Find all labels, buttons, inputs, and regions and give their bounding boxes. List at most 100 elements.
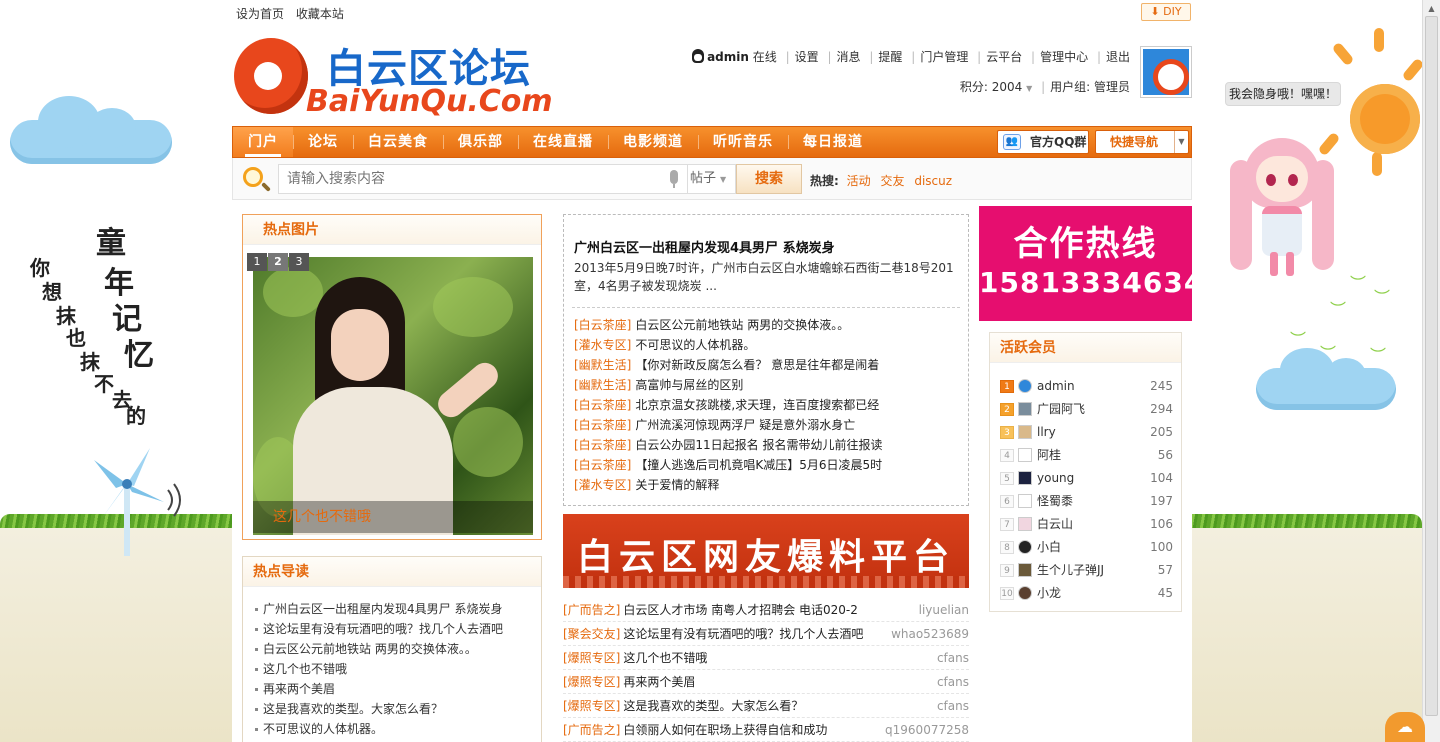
avatar[interactable] — [1018, 402, 1032, 416]
thread-link[interactable]: 北京京温女孩跳楼,求天理，连百度搜索都已经 — [635, 398, 879, 412]
nav-item-forum[interactable]: 论坛 — [293, 127, 353, 157]
settings-link[interactable]: 设置 — [795, 50, 819, 64]
picture-tab[interactable]: 3 — [289, 253, 309, 271]
avatar[interactable] — [1018, 425, 1032, 439]
scroll-thumb[interactable] — [1425, 16, 1438, 716]
thread-link[interactable]: 【你对新政反腐怎么看？ 意思是往年都是闹着 — [635, 358, 879, 372]
thread-link[interactable]: 这是我喜欢的类型。大家怎么看？ — [623, 699, 803, 713]
avatar[interactable] — [1018, 471, 1032, 485]
avatar[interactable] — [1018, 379, 1032, 393]
username-link[interactable]: admin — [707, 50, 749, 64]
category-link[interactable]: [幽默生活] — [574, 358, 631, 372]
category-link[interactable]: [白云茶座] — [574, 398, 631, 412]
thread-link[interactable]: 高富帅与屌丝的区别 — [635, 378, 743, 392]
list-item[interactable]: 不可思议的人体机器。 — [255, 719, 541, 739]
user-avatar[interactable] — [1140, 46, 1192, 98]
list-item[interactable]: 这几个也不错哦 — [255, 659, 541, 679]
hot-word-link[interactable]: discuz — [914, 174, 952, 188]
search-button[interactable]: 搜索 — [736, 164, 802, 194]
category-link[interactable]: [幽默生活] — [574, 378, 631, 392]
mascot-character-decoration[interactable] — [1226, 130, 1338, 276]
category-link[interactable]: [爆照专区] — [563, 651, 620, 665]
headline-title[interactable]: 广州白云区一出租屋内发现4具男尸 系烧炭身 — [574, 237, 835, 256]
nav-item-food[interactable]: 白云美食 — [353, 127, 443, 157]
member-name-link[interactable]: 怪蜀黍 — [1037, 494, 1073, 508]
nav-item-club[interactable]: 俱乐部 — [443, 127, 518, 157]
thread-link[interactable]: 【撞人逃逸后司机竟唱K减压】5月6日凌晨5时 — [635, 458, 882, 472]
nav-item-music[interactable]: 听听音乐 — [698, 127, 788, 157]
author-link[interactable]: cfans — [937, 646, 969, 670]
member-name-link[interactable]: 白云山 — [1037, 517, 1073, 531]
photo-caption[interactable]: 这几个也不错哦 — [253, 501, 533, 533]
category-link[interactable]: [白云茶座] — [574, 418, 631, 432]
member-name-link[interactable]: llry — [1037, 425, 1056, 439]
avatar[interactable] — [1018, 494, 1032, 508]
picture-tab[interactable]: 2 — [268, 253, 288, 271]
author-link[interactable]: liyuelian — [919, 598, 969, 622]
nav-item-portal[interactable]: 门户 — [233, 127, 293, 157]
search-type-select[interactable]: 帖子 ▼ — [688, 164, 736, 194]
list-item[interactable]: 再来两个美眉 — [255, 679, 541, 699]
category-link[interactable]: [白云茶座] — [574, 458, 631, 472]
messages-link[interactable]: 消息 — [837, 50, 861, 64]
avatar[interactable] — [1018, 586, 1032, 600]
category-link[interactable]: [灌水专区] — [574, 338, 631, 352]
member-name-link[interactable]: admin — [1037, 379, 1075, 393]
bookmark-link[interactable]: 收藏本站 — [296, 7, 344, 21]
microphone-icon[interactable] — [670, 170, 678, 188]
quick-nav-button[interactable]: 快捷导航 ▼ — [1095, 130, 1189, 154]
qq-group-button[interactable]: 👥 官方QQ群 — [997, 130, 1089, 154]
picture-tab[interactable]: 1 — [247, 253, 267, 271]
member-name-link[interactable]: 生个儿子弹JJ — [1037, 563, 1104, 577]
author-link[interactable]: cfans — [937, 694, 969, 718]
category-link[interactable]: [广而告之] — [563, 723, 620, 737]
online-status[interactable]: 在线 — [753, 50, 777, 64]
thread-link[interactable]: 白云区人才市场 南粤人才招聘会 电话020-2 — [623, 603, 858, 617]
avatar[interactable] — [1018, 448, 1032, 462]
thread-link[interactable]: 这论坛里有没有玩酒吧的哦？找几个人去酒吧 — [623, 627, 863, 641]
author-link[interactable]: cfans — [937, 670, 969, 694]
thread-link[interactable]: 广州流溪河惊现两浮尸 疑是意外溺水身亡 — [635, 418, 855, 432]
thread-link[interactable]: 白云公办园11日起报名 报名需带幼儿前往报读 — [635, 438, 882, 452]
thread-link[interactable]: 关于爱情的解释 — [635, 478, 719, 492]
cooperation-hotline-banner[interactable]: 合作热线 15813334634 — [979, 206, 1203, 321]
site-logo[interactable]: 白云区论坛 BaiYunQu.Com — [234, 34, 553, 120]
list-item[interactable]: 广州白云区一出租屋内发现4具男尸 系烧炭身 — [255, 599, 541, 619]
avatar[interactable] — [1018, 517, 1032, 531]
category-link[interactable]: [灌水专区] — [574, 478, 631, 492]
category-link[interactable]: [白云茶座] — [574, 318, 631, 332]
author-link[interactable]: whao523689 — [891, 622, 969, 646]
list-item[interactable]: 这是我喜欢的类型。大家怎么看？ — [255, 699, 541, 719]
featured-photo[interactable] — [253, 257, 533, 535]
nav-item-movies[interactable]: 电影频道 — [608, 127, 698, 157]
thread-link[interactable]: 再来两个美眉 — [623, 675, 695, 689]
category-link[interactable]: [白云茶座] — [574, 438, 631, 452]
category-link[interactable]: [广而告之] — [563, 603, 620, 617]
hot-word-link[interactable]: 活动 — [847, 174, 871, 188]
member-name-link[interactable]: 小龙 — [1037, 586, 1061, 600]
search-input[interactable] — [278, 164, 688, 194]
member-name-link[interactable]: 广园阿飞 — [1037, 402, 1085, 416]
cloud-platform-link[interactable]: 云平台 — [986, 50, 1022, 64]
thread-link[interactable]: 不可思议的人体机器。 — [635, 338, 755, 352]
points-dropdown[interactable]: 积分: 2004 — [960, 80, 1022, 94]
admin-center-link[interactable]: 管理中心 — [1040, 50, 1088, 64]
portal-admin-link[interactable]: 门户管理 — [920, 50, 968, 64]
hot-word-link[interactable]: 交友 — [880, 174, 904, 188]
category-link[interactable]: [爆照专区] — [563, 675, 620, 689]
author-link[interactable]: q1960077258 — [885, 718, 969, 742]
avatar[interactable] — [1018, 563, 1032, 577]
nav-item-daily-report[interactable]: 每日报道 — [788, 127, 878, 157]
avatar[interactable] — [1018, 540, 1032, 554]
category-link[interactable]: [聚会交友] — [563, 627, 620, 641]
cloud-float-button[interactable]: ☁ — [1385, 712, 1425, 742]
list-item[interactable]: 白云区公元前地铁站 两男的交换体液。。 — [255, 639, 541, 659]
vertical-scrollbar[interactable]: ▲ — [1422, 0, 1440, 742]
member-name-link[interactable]: 阿桂 — [1037, 448, 1061, 462]
diy-button[interactable]: ⬇ DIY — [1141, 3, 1191, 21]
thread-link[interactable]: 这几个也不错哦 — [623, 651, 707, 665]
category-link[interactable]: [爆照专区] — [563, 699, 620, 713]
nav-item-live[interactable]: 在线直播 — [518, 127, 608, 157]
thread-link[interactable]: 白云区公元前地铁站 两男的交换体液。。 — [635, 318, 849, 332]
member-name-link[interactable]: young — [1037, 471, 1074, 485]
